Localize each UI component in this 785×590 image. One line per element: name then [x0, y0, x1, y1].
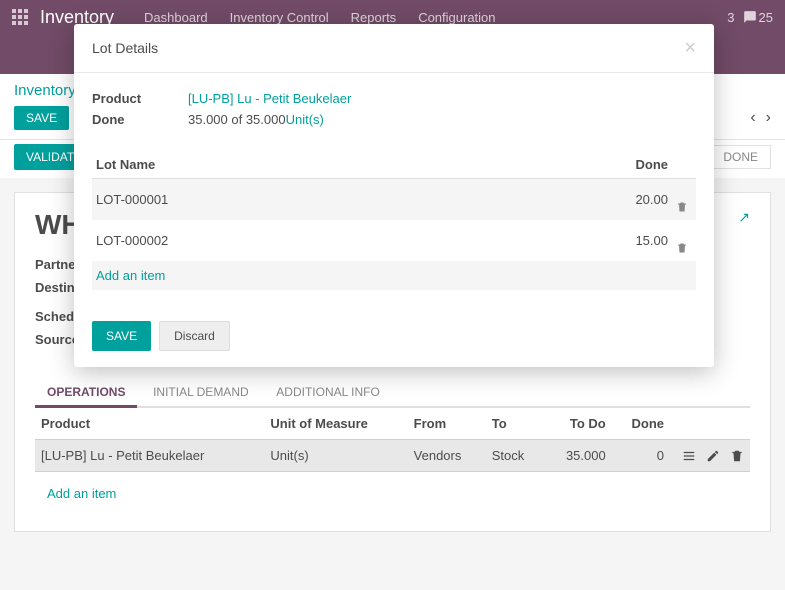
trash-icon[interactable] [676, 186, 692, 213]
modal-product-link[interactable]: [LU-PB] Lu - Petit Beukelaer [188, 91, 351, 106]
unit-link[interactable]: Unit(s) [286, 112, 324, 127]
lot-col-name: Lot Name [92, 151, 512, 179]
lot-row-done[interactable]: 15.00 [512, 220, 672, 261]
lot-row[interactable]: LOT-000002 15.00 [92, 220, 696, 261]
close-icon[interactable]: × [684, 38, 696, 58]
trash-icon[interactable] [676, 227, 692, 254]
modal-done-qty: 35.000 of 35.000Unit(s) [188, 112, 324, 127]
modal-label-done: Done [92, 112, 188, 127]
lot-table: Lot Name Done LOT-000001 20.00 LOT-00000… [92, 151, 696, 290]
lot-row-name[interactable]: LOT-000002 [92, 220, 512, 261]
modal-title: Lot Details [92, 40, 158, 56]
lot-add-item-link[interactable]: Add an item [96, 268, 165, 283]
lot-row[interactable]: LOT-000001 20.00 [92, 179, 696, 221]
modal-discard-button[interactable]: Discard [159, 321, 230, 351]
lot-details-modal: Lot Details × Product [LU-PB] Lu - Petit… [74, 24, 714, 367]
lot-col-done: Done [512, 151, 672, 179]
lot-row-name[interactable]: LOT-000001 [92, 179, 512, 221]
modal-save-button[interactable]: SAVE [92, 321, 151, 351]
modal-label-product: Product [92, 91, 188, 106]
lot-row-done[interactable]: 20.00 [512, 179, 672, 221]
